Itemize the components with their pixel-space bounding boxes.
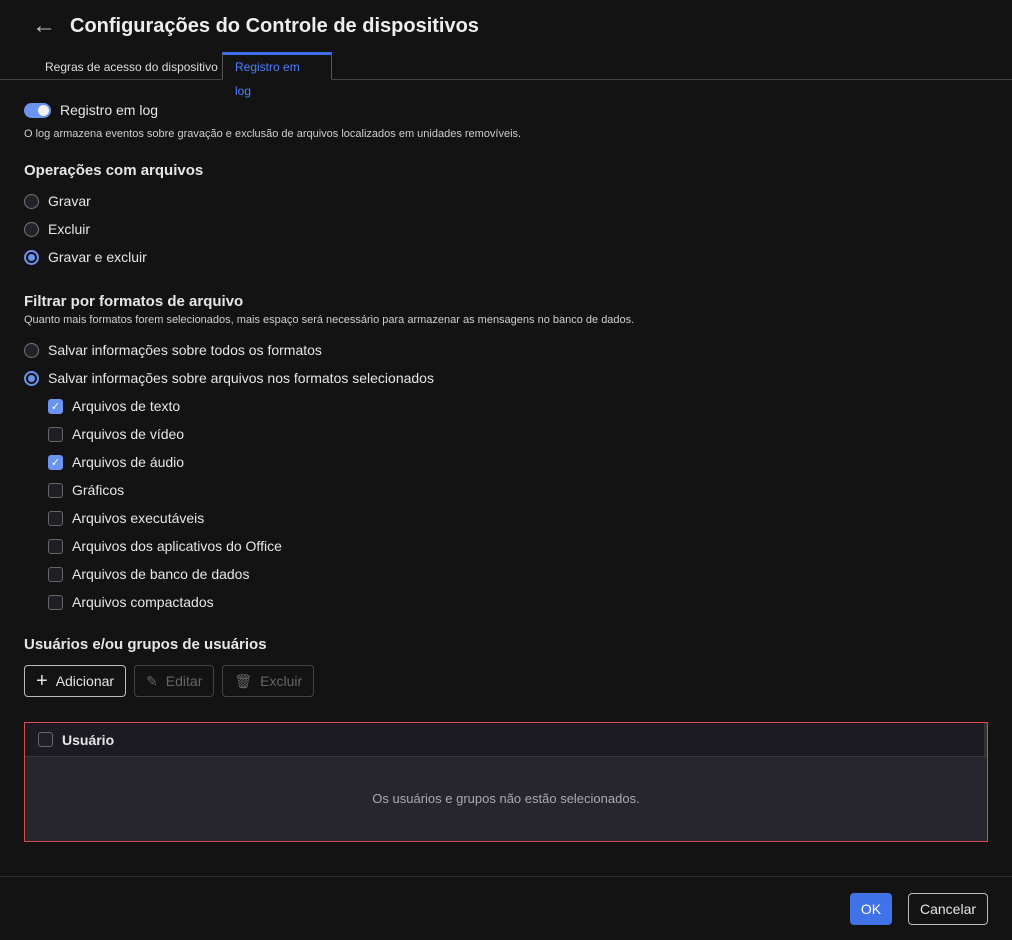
edit-label: Editar <box>165 673 203 689</box>
tab-access-rules[interactable]: Regras de acesso do dispositivo <box>33 52 230 80</box>
page-title: Configurações do Controle de dispositivo… <box>70 14 479 37</box>
radio-item[interactable]: Excluir <box>24 215 988 243</box>
users-title: Usuários e/ou grupos de usuários <box>24 636 267 653</box>
radio-button[interactable] <box>24 249 39 265</box>
option-label: Arquivos compactados <box>72 594 214 610</box>
plus-icon: + <box>36 669 48 692</box>
checkbox-item[interactable]: Arquivos de banco de dados <box>48 560 988 588</box>
logging-toggle[interactable] <box>24 102 51 118</box>
option-label: Salvar informações sobre todos os format… <box>48 342 322 358</box>
checkbox-item[interactable]: Arquivos de vídeo <box>48 420 988 448</box>
header: ← Configurações do Controle de dispositi… <box>32 12 479 40</box>
checkbox-item[interactable]: ✓ Arquivos de áudio <box>48 448 988 476</box>
checkbox-item[interactable]: Arquivos executáveis <box>48 504 988 532</box>
checkbox[interactable]: ✓ <box>48 398 63 414</box>
radio-item[interactable]: Gravar e excluir <box>24 243 988 271</box>
option-label: Gravar e excluir <box>48 249 147 265</box>
checkbox-item[interactable]: Arquivos compactados <box>48 588 988 616</box>
option-label: Excluir <box>48 221 91 237</box>
cancel-button[interactable]: Cancelar <box>908 893 988 925</box>
users-table: Usuário Os usuários e grupos não estão s… <box>24 722 988 842</box>
option-label: Arquivos executáveis <box>72 510 205 526</box>
filter-title: Filtrar por formatos de arquivo <box>24 293 244 310</box>
delete-button[interactable]: 🗑 Excluir <box>222 665 315 697</box>
checkbox[interactable] <box>48 594 63 610</box>
radio-button[interactable] <box>24 342 39 358</box>
checkbox-item[interactable]: Gráficos <box>48 476 988 504</box>
radio-item[interactable]: Salvar informações sobre todos os format… <box>24 336 988 364</box>
option-label: Arquivos de áudio <box>72 454 185 470</box>
option-label: Salvar informações sobre arquivos nos fo… <box>48 370 434 386</box>
option-label: Gráficos <box>72 482 125 498</box>
filter-description: Quanto mais formatos forem selecionados,… <box>24 314 635 326</box>
operations-title: Operações com arquivos <box>24 162 204 179</box>
option-label: Arquivos dos aplicativos do Office <box>72 538 282 554</box>
ok-button[interactable]: OK <box>850 893 892 925</box>
add-button[interactable]: + Adicionar <box>24 665 127 697</box>
checkbox[interactable] <box>48 510 63 526</box>
column-user[interactable]: Usuário <box>62 732 114 748</box>
checkbox-item[interactable]: ✓ Arquivos de texto <box>48 392 988 420</box>
checkbox[interactable] <box>48 538 63 554</box>
radio-item[interactable]: Salvar informações sobre arquivos nos fo… <box>24 364 988 392</box>
select-all-checkbox[interactable] <box>38 732 53 747</box>
back-arrow-icon[interactable]: ← <box>32 12 56 40</box>
radio-item[interactable]: Gravar <box>24 187 988 215</box>
edit-button[interactable]: ✎ Editar <box>134 665 215 697</box>
logging-toggle-row[interactable]: Registro em log <box>24 96 988 124</box>
tab-logging[interactable]: Registro em log <box>222 52 332 98</box>
logging-toggle-label: Registro em log <box>60 102 159 118</box>
radio-button[interactable] <box>24 221 39 237</box>
checkbox-item[interactable]: Arquivos dos aplicativos do Office <box>48 532 988 560</box>
radio-button[interactable] <box>24 193 39 209</box>
option-label: Arquivos de banco de dados <box>72 566 250 582</box>
checkbox[interactable] <box>48 566 63 582</box>
checkbox[interactable]: ✓ <box>48 454 63 470</box>
table-header: Usuário <box>25 723 987 757</box>
add-label: Adicionar <box>55 673 115 689</box>
trash-icon: 🗑 <box>234 672 253 689</box>
checkbox[interactable] <box>48 482 63 498</box>
empty-message: Os usuários e grupos não estão seleciona… <box>372 791 640 806</box>
footer: OK Cancelar <box>0 876 1012 940</box>
option-label: Arquivos de vídeo <box>72 426 185 442</box>
pencil-icon: ✎ <box>146 672 158 689</box>
option-label: Gravar <box>48 193 91 209</box>
radio-button[interactable] <box>24 370 39 386</box>
tab-bar: Regras de acesso do dispositivo Registro… <box>0 52 1012 98</box>
logging-description: O log armazena eventos sobre gravação e … <box>24 128 522 140</box>
option-label: Arquivos de texto <box>72 398 181 414</box>
checkbox[interactable] <box>48 426 63 442</box>
delete-label: Excluir <box>260 673 303 689</box>
